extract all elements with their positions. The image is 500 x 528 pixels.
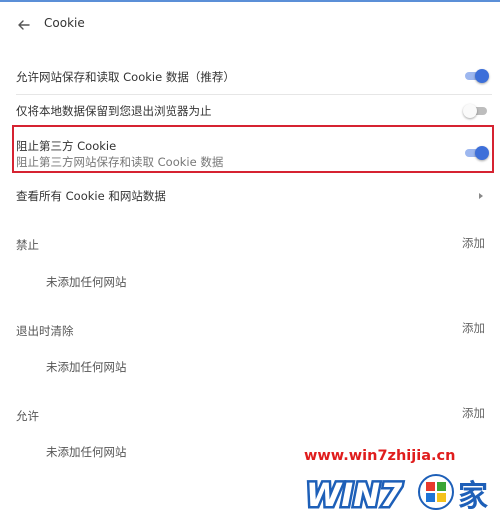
setting-row-allow-sites: 允许网站保存和读取 Cookie 数据（推荐） (0, 62, 500, 92)
watermark-url: www.win7zhijia.cn (304, 448, 456, 464)
page-title: Cookie (44, 16, 85, 30)
block-empty-text: 未添加任何网站 (46, 275, 127, 289)
logo-text: WIN7 (306, 476, 403, 514)
watermark: www.win7zhijia.cn WIN7 家 (300, 446, 496, 526)
block-add-button[interactable]: 添加 (462, 235, 485, 251)
block-third-party-label: 阻止第三方 Cookie (16, 139, 117, 153)
clear-on-exit-empty-text: 未添加任何网站 (46, 360, 127, 374)
back-button[interactable] (14, 15, 34, 35)
arrow-left-icon (18, 20, 30, 30)
allow-add-button[interactable]: 添加 (462, 405, 485, 421)
windows-flag-icon (418, 474, 454, 510)
section-title-allow: 允许 (16, 409, 39, 423)
divider (16, 126, 492, 127)
cookie-settings-page: Cookie 允许网站保存和读取 Cookie 数据（推荐） 仅将本地数据保留到… (0, 0, 500, 528)
logo-suffix: 家 (458, 479, 488, 514)
setting-row-keep-local: 仅将本地数据保留到您退出浏览器为止 (0, 96, 500, 126)
allow-empty-text: 未添加任何网站 (46, 445, 127, 459)
keep-local-toggle[interactable] (463, 104, 489, 118)
win7-logo: WIN7 家 (304, 474, 489, 517)
see-all-cookies-label: 查看所有 Cookie 和网站数据 (16, 189, 166, 203)
chevron-right-icon (479, 193, 483, 199)
divider (16, 94, 492, 95)
section-title-block: 禁止 (16, 238, 39, 252)
allow-sites-toggle[interactable] (463, 69, 489, 83)
block-third-party-toggle[interactable] (463, 146, 489, 160)
section-title-clear-on-exit: 退出时清除 (16, 324, 74, 338)
page-header: Cookie (0, 2, 500, 46)
clear-on-exit-add-button[interactable]: 添加 (462, 320, 485, 336)
setting-row-block-third-party: 阻止第三方 Cookie 阻止第三方网站保存和读取 Cookie 数据 (0, 128, 500, 172)
block-third-party-description: 阻止第三方网站保存和读取 Cookie 数据 (16, 155, 224, 169)
allow-sites-label: 允许网站保存和读取 Cookie 数据（推荐） (16, 70, 235, 84)
see-all-cookies-row[interactable]: 查看所有 Cookie 和网站数据 (0, 180, 500, 210)
keep-local-label: 仅将本地数据保留到您退出浏览器为止 (16, 104, 212, 118)
